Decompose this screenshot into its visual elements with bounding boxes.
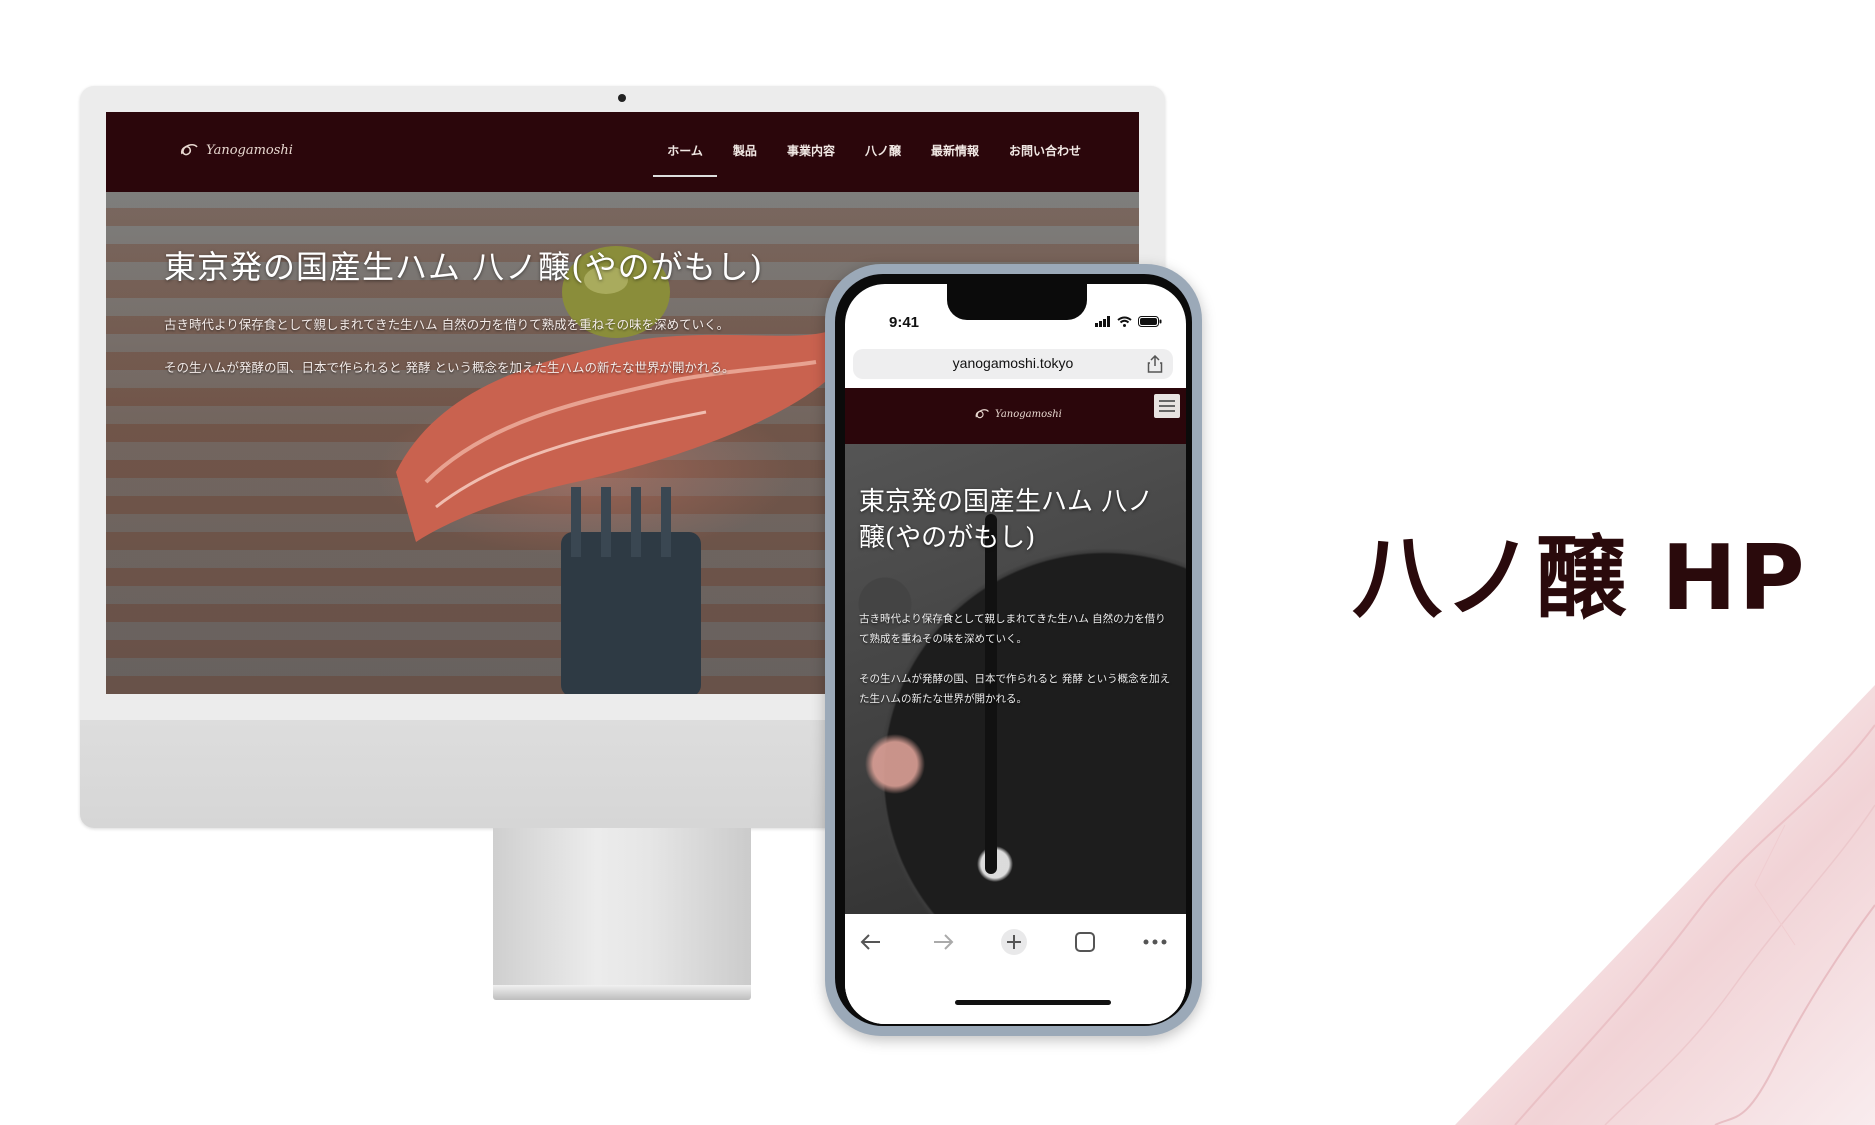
mobile-navbar: Yanogamoshi — [845, 388, 1186, 444]
browser-toolbar — [845, 914, 1186, 1024]
status-icons — [1095, 316, 1162, 327]
signal-icon — [1095, 316, 1110, 327]
hamburger-menu-icon[interactable] — [1154, 394, 1180, 418]
nav-business[interactable]: 事業内容 — [787, 142, 835, 177]
battery-icon — [1138, 316, 1162, 327]
page-title: 八ノ醸 HP — [1352, 526, 1807, 631]
mobile-hero-title: 東京発の国産生ハム 八ノ醸(やのがもし) — [859, 487, 1154, 553]
desktop-hero-title: 東京発の国産生ハム 八ノ醸(やのがもし) — [164, 248, 764, 286]
mobile-logo-text: Yanogamoshi — [995, 408, 1062, 420]
wifi-icon — [1117, 316, 1132, 327]
share-icon[interactable] — [1147, 355, 1163, 373]
tabs-square-icon[interactable] — [1071, 928, 1099, 956]
logo-icon — [180, 144, 198, 156]
imac-foot — [493, 985, 751, 1000]
nav-products[interactable]: 製品 — [733, 142, 757, 177]
back-arrow-icon[interactable] — [857, 928, 885, 956]
mobile-hero-paragraph-2: その生ハムが発酵の国、日本で作られると 発酵 という概念を加えた生ハムの新たな世… — [859, 673, 1171, 705]
address-url: yanogamoshi.tokyo — [952, 355, 1074, 371]
imac-camera — [618, 94, 626, 102]
forward-arrow-icon[interactable] — [929, 928, 957, 956]
desktop-hero-paragraph-1: 古き時代より保存食として親しまれてきた生ハム 自然の力を借りて熟成を重ねその味を… — [164, 317, 730, 332]
logo-icon — [975, 409, 989, 419]
logo-text: Yanogamoshi — [206, 142, 293, 158]
mobile-hero: 東京発の国産生ハム 八ノ醸(やのがもし) 古き時代より保存食として親しまれてきた… — [845, 444, 1186, 914]
nav-news[interactable]: 最新情報 — [931, 142, 979, 177]
imac-stand — [493, 828, 751, 993]
address-bar[interactable]: yanogamoshi.tokyo — [853, 349, 1173, 379]
new-tab-plus-icon[interactable] — [1000, 928, 1028, 956]
mobile-screen: 9:41 yanogamoshi.tokyo Yanogamoshi 東京発の国… — [845, 284, 1186, 1024]
home-indicator — [955, 1000, 1111, 1005]
marble-decoration — [1455, 685, 1875, 1125]
nav-contact[interactable]: お問い合わせ — [1009, 142, 1081, 177]
more-dots-icon[interactable] — [1141, 928, 1169, 956]
status-time: 9:41 — [889, 314, 920, 331]
nav-home[interactable]: ホーム — [653, 142, 717, 177]
nav-hachinojo[interactable]: 八ノ醸 — [865, 142, 901, 177]
iphone-notch — [947, 284, 1087, 320]
desktop-nav-menu: ホーム 製品 事業内容 八ノ醸 最新情報 お問い合わせ — [653, 142, 1081, 177]
mobile-hero-paragraph-1: 古き時代より保存食として親しまれてきた生ハム 自然の力を借りて熟成を重ねその味を… — [859, 613, 1166, 645]
desktop-logo[interactable]: Yanogamoshi — [178, 140, 293, 160]
desktop-navbar: Yanogamoshi ホーム 製品 事業内容 八ノ醸 最新情報 お問い合わせ — [106, 112, 1139, 192]
mobile-logo[interactable]: Yanogamoshi — [973, 406, 1062, 422]
desktop-hero-paragraph-2: その生ハムが発酵の国、日本で作られると 発酵 という概念を加えた生ハムの新たな世… — [164, 360, 735, 375]
